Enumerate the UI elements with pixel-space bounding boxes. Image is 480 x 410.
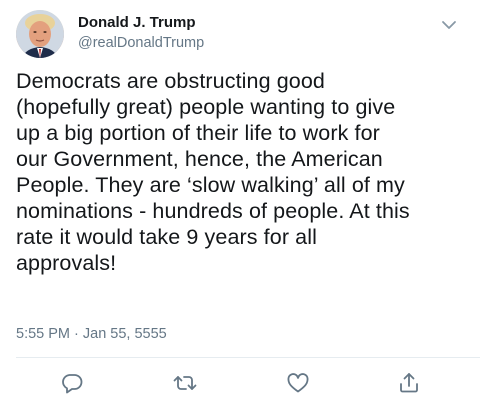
reply-icon[interactable] — [59, 370, 85, 396]
tweet-header: Donald J. Trump @realDonaldTrump — [16, 10, 466, 60]
share-icon[interactable] — [396, 370, 422, 396]
divider — [16, 357, 480, 358]
retweet-icon[interactable] — [172, 370, 198, 396]
user-names: Donald J. Trump @realDonaldTrump — [78, 13, 204, 53]
tweet-card: Donald J. Trump @realDonaldTrump Democra… — [0, 0, 480, 410]
tweet-actions — [0, 370, 480, 400]
heart-icon[interactable] — [285, 370, 311, 396]
tweet-timestamp[interactable]: 5:55 PM · Jan 55, 5555 — [16, 326, 167, 342]
chevron-down-icon[interactable] — [438, 14, 460, 36]
user-handle[interactable]: @realDonaldTrump — [78, 34, 204, 53]
display-name[interactable]: Donald J. Trump — [78, 13, 204, 32]
avatar[interactable] — [16, 10, 64, 58]
tweet-text: Democrats are obstructing good (hopefull… — [16, 69, 410, 275]
